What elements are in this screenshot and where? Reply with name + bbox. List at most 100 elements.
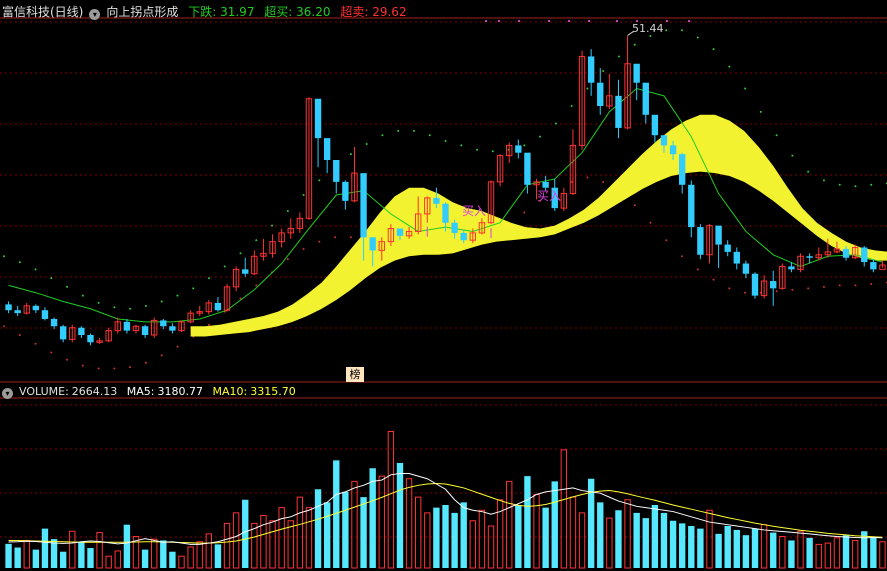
volume-bar [178,555,185,569]
candle-body [697,227,704,255]
volume-bar [242,499,249,568]
upper-band-dot [349,153,352,156]
volume-bar [396,463,404,568]
candle-body [41,310,49,319]
volume-bar [615,510,622,568]
upper-band-dot [113,306,116,309]
upper-band-dot [870,183,873,186]
volume-bar [496,499,504,569]
candle-body [451,222,458,233]
lower-band-dot [334,236,337,239]
upper-band-dot [696,36,699,39]
volume-bar [269,520,276,569]
upper-band-dot [129,307,132,310]
candle-body [14,310,21,314]
signal-marker [498,20,500,22]
candle-body [169,326,176,331]
candle-body [214,302,222,311]
candle-body [524,152,531,185]
list-badge[interactable]: 榜 [346,367,364,382]
upper-band-dot [207,277,210,280]
upper-band-dot [286,210,289,213]
candle-body [642,82,649,115]
volume-bar [433,507,440,568]
ma5-label: MA5: [126,385,155,398]
upper-band-dot [665,29,668,32]
stock-name[interactable]: 富信科技(日线) [2,5,83,19]
ma10-label: MA10: [212,385,248,398]
chart-canvas [0,17,887,569]
upper-band-dot [838,183,841,186]
candle-body [678,154,686,185]
upper-band-dot [554,122,557,125]
volume-bar [633,512,640,568]
volume-bar [706,509,713,569]
candle-body [770,281,777,289]
signal-marker [548,20,550,22]
upper-band-dot [302,194,305,196]
volume-bar [560,449,568,569]
candle-body [733,251,740,264]
upper-band-dot [192,287,195,290]
volume-bar [78,542,85,568]
volume-bar [59,551,67,568]
volume-bar [506,480,513,569]
lower-band-dot [712,278,715,281]
volume-bar [342,491,349,568]
signal-marker [616,20,618,22]
lower-band-dot [791,288,794,291]
volume-bar [624,499,631,569]
buy-signal-label: 买入 [537,189,562,203]
volume-bar [14,547,21,568]
volume-bar [733,529,740,568]
lower-band-dot [602,180,605,183]
candle-body [123,321,131,331]
upper-band-dot [570,105,573,108]
lower-band-dot [113,367,116,370]
candle-body [160,320,167,327]
candle-body [870,262,877,270]
upper-band-dot [3,255,5,258]
volume-bar [205,533,213,569]
volume-bar [96,532,103,569]
upper-band-dot [854,185,857,188]
volume-bar [669,520,677,568]
dropdown-icon[interactable]: ▾ [2,388,13,399]
upper-band-dot [397,129,400,132]
ma10-value: 3315.70 [250,385,296,398]
indicator-name[interactable]: 向上拐点形成 [106,5,178,19]
candle-body [442,203,449,223]
volume-bar [760,524,768,569]
upper-band-dot [712,48,715,51]
candle-body [314,98,322,139]
upper-band-dot [539,135,542,138]
upper-band-dot [239,252,242,255]
upper-band-dot [728,65,731,68]
candle-body [597,82,604,107]
candle-body [59,326,67,340]
volume-bar [578,512,586,569]
candle-body [242,269,249,274]
volume-bar [715,533,722,568]
lower-band-dot [129,366,132,369]
upper-band-dot [81,294,84,297]
volume-bar [815,543,822,569]
signal-marker [518,20,520,22]
volume-bar [415,496,422,569]
volume-bar [515,505,522,568]
buy-signal-label: 买入 [462,204,487,218]
upper-band-dot [586,87,589,90]
volume-bar [688,526,695,568]
candle-body [515,145,522,153]
lower-band-dot [586,176,589,179]
dropdown-icon[interactable]: ▾ [89,9,101,20]
upper-band-dot [460,144,463,147]
volume-bar [642,518,649,568]
lower-band-dot [807,287,810,290]
candle-body [842,248,850,258]
lower-band-dot [523,211,526,214]
candle-body [323,138,331,160]
candle-body [587,56,595,83]
candle-body [460,232,467,241]
volume-bar [314,489,322,568]
